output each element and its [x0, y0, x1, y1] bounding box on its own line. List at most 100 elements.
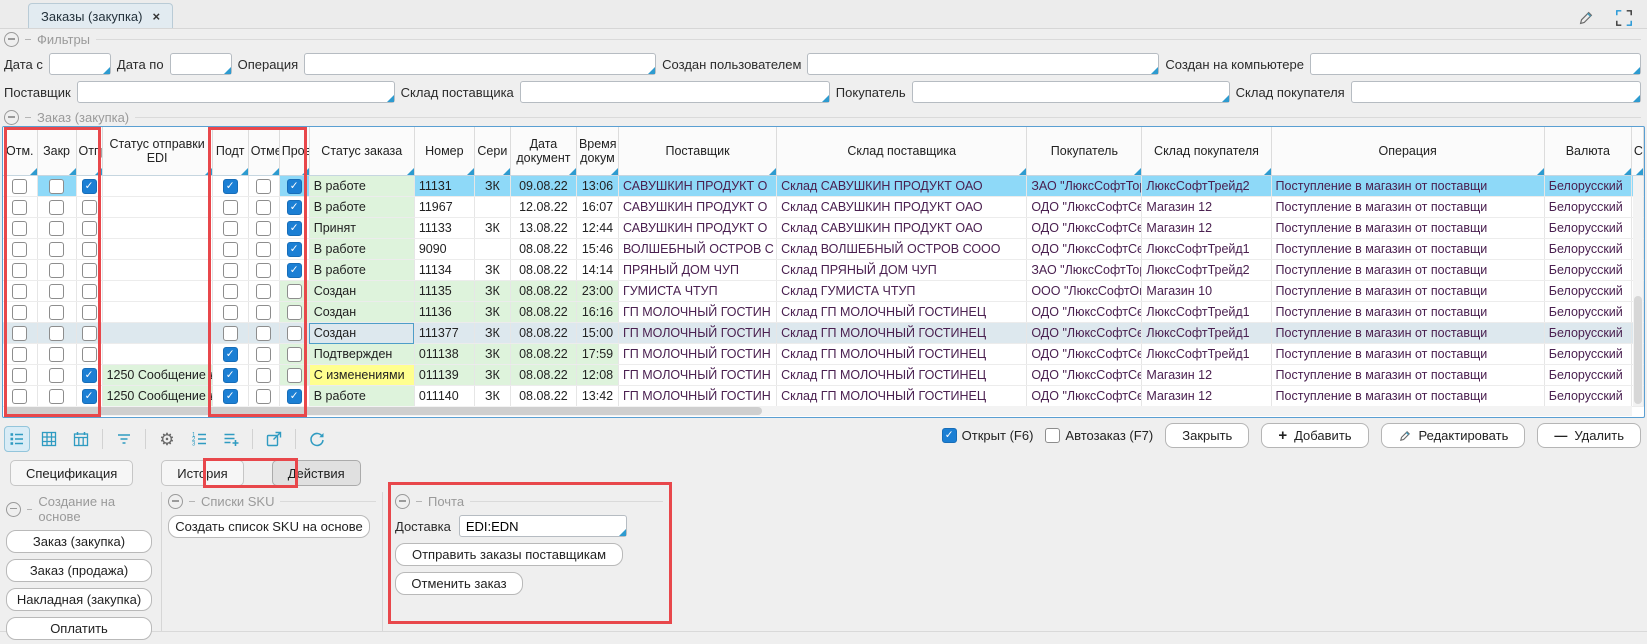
cell-supplier[interactable]: САВУШКИН ПРОДУКТ О [618, 218, 776, 239]
checkbox-zakr[interactable] [49, 263, 64, 278]
cell-otme[interactable] [248, 302, 279, 323]
column-header-num[interactable]: Номер [414, 127, 474, 176]
cell-time[interactable]: 15:00 [576, 323, 618, 344]
cell-oper[interactable]: Поступление в магазин от поставщи [1271, 386, 1544, 407]
column-header-edi[interactable]: Статус отправки EDI [102, 127, 212, 176]
cell-podt[interactable] [212, 281, 248, 302]
table-row[interactable]: В работе1196712.08.2216:07САВУШКИН ПРОДУ… [3, 197, 1644, 218]
cell-buyer[interactable]: ЗАО "ЛюксСофтТорг" [1027, 176, 1142, 197]
checkbox-podt[interactable] [223, 326, 238, 341]
cell-status[interactable]: В работе [309, 197, 414, 218]
cell-ser[interactable]: ЗК [474, 302, 510, 323]
cell-supplier[interactable]: ГУМИСТА ЧТУП [618, 281, 776, 302]
cell-date[interactable]: 08.08.22 [510, 365, 576, 386]
checkbox-otme[interactable] [256, 347, 271, 362]
cell-supwh[interactable]: Склад ГП МОЛОЧНЫЙ ГОСТИНЕЦ [777, 323, 1027, 344]
cell-otme[interactable] [248, 386, 279, 407]
cell-otpr[interactable] [76, 365, 102, 386]
cell-prov[interactable] [279, 176, 309, 197]
cell-podt[interactable] [212, 197, 248, 218]
filter-field-buyer-warehouse[interactable] [1351, 81, 1641, 103]
cell-ser[interactable]: ЗК [474, 323, 510, 344]
list-view-icon[interactable] [4, 426, 30, 452]
cell-otpr[interactable] [76, 281, 102, 302]
tab-orders-purchase[interactable]: Заказы (закупка) × [28, 3, 173, 28]
cell-otm[interactable] [3, 239, 37, 260]
checkbox-otme[interactable] [256, 368, 271, 383]
cell-oper[interactable]: Поступление в магазин от поставщи [1271, 218, 1544, 239]
created-on-computer-input[interactable] [1311, 54, 1640, 74]
cell-supwh[interactable]: Склад ВОЛШЕБНЫЙ ОСТРОВ СООО [777, 239, 1027, 260]
cell-podt[interactable] [212, 239, 248, 260]
date-to-input[interactable] [171, 54, 231, 74]
checkbox-otpr[interactable] [82, 389, 97, 404]
cell-zakr[interactable] [37, 239, 76, 260]
operation-input[interactable] [305, 54, 655, 74]
cell-status[interactable]: Создан [309, 281, 414, 302]
cell-supplier[interactable]: САВУШКИН ПРОДУКТ О [618, 197, 776, 218]
cell-oper[interactable]: Поступление в магазин от поставщи [1271, 239, 1544, 260]
cell-buywh[interactable]: ЛюксСофтТрейд1 [1142, 302, 1271, 323]
cell-time[interactable]: 16:07 [576, 197, 618, 218]
cell-buyer[interactable]: ЗАО "ЛюксСофтТорг" [1027, 260, 1142, 281]
column-header-ser[interactable]: Сери [474, 127, 510, 176]
checkbox-otm[interactable] [12, 368, 27, 383]
cell-oper[interactable]: Поступление в магазин от поставщи [1271, 365, 1544, 386]
checkbox-prov[interactable] [287, 242, 302, 257]
cell-date[interactable]: 08.08.22 [510, 344, 576, 365]
cell-supplier[interactable]: ПРЯНЫЙ ДОМ ЧУП [618, 260, 776, 281]
cell-zakr[interactable] [37, 176, 76, 197]
cell-time[interactable]: 14:14 [576, 260, 618, 281]
cell-time[interactable]: 12:44 [576, 218, 618, 239]
cell-status[interactable]: В работе [309, 260, 414, 281]
cell-otpr[interactable] [76, 302, 102, 323]
cell-ser[interactable]: ЗК [474, 365, 510, 386]
cell-zakr[interactable] [37, 365, 76, 386]
cell-date[interactable]: 08.08.22 [510, 386, 576, 407]
cell-otme[interactable] [248, 323, 279, 344]
cell-otpr[interactable] [76, 344, 102, 365]
cell-status[interactable]: Создан [309, 302, 414, 323]
cell-buywh[interactable]: Магазин 12 [1142, 197, 1271, 218]
cell-buyer[interactable]: ОДО "ЛюксСофтСервис" [1027, 344, 1142, 365]
cell-otm[interactable] [3, 386, 37, 407]
cell-supplier[interactable]: ГП МОЛОЧНЫЙ ГОСТИН [618, 323, 776, 344]
cell-cur[interactable]: Белорусский [1544, 323, 1631, 344]
cell-oper[interactable]: Поступление в магазин от поставщи [1271, 323, 1544, 344]
cell-cur[interactable]: Белорусский [1544, 197, 1631, 218]
cell-date[interactable]: 09.08.22 [510, 176, 576, 197]
collapse-filters-icon[interactable] [4, 32, 19, 47]
cell-num[interactable]: 11135 [414, 281, 474, 302]
column-header-oper[interactable]: Операция [1271, 127, 1544, 176]
cell-num[interactable]: 011139 [414, 365, 474, 386]
cell-supwh[interactable]: Склад ГП МОЛОЧНЫЙ ГОСТИНЕЦ [777, 302, 1027, 323]
cell-otpr[interactable] [76, 197, 102, 218]
send-orders-button[interactable]: Отправить заказы поставщикам [395, 543, 623, 566]
cell-status[interactable]: В работе [309, 176, 414, 197]
cell-buyer[interactable]: ОДО "ЛюксСофтСервис" [1027, 386, 1142, 407]
cell-date[interactable]: 08.08.22 [510, 260, 576, 281]
cell-zakr[interactable] [37, 323, 76, 344]
checkbox-zakr[interactable] [49, 305, 64, 320]
checkbox-otm[interactable] [12, 179, 27, 194]
cell-buyer[interactable]: ООО "ЛюксСофтОпт" [1027, 281, 1142, 302]
checkbox-podt[interactable] [223, 389, 238, 404]
checkbox-otm[interactable] [12, 326, 27, 341]
cell-num[interactable]: 111377 [414, 323, 474, 344]
cell-podt[interactable] [212, 344, 248, 365]
checkbox-zakr[interactable] [49, 200, 64, 215]
cell-supplier[interactable]: ГП МОЛОЧНЫЙ ГОСТИН [618, 302, 776, 323]
cell-podt[interactable] [212, 260, 248, 281]
checkbox-prov[interactable] [287, 263, 302, 278]
cell-oper[interactable]: Поступление в магазин от поставщи [1271, 344, 1544, 365]
cell-zakr[interactable] [37, 344, 76, 365]
cancel-order-button[interactable]: Отменить заказ [395, 572, 523, 595]
cell-cur[interactable]: Белорусский [1544, 218, 1631, 239]
checkbox-prov[interactable] [287, 284, 302, 299]
checkbox-otpr[interactable] [82, 242, 97, 257]
filter-field-created-by-user[interactable] [807, 53, 1159, 75]
cell-date[interactable]: 08.08.22 [510, 281, 576, 302]
autoorder-f7-checkbox[interactable] [1045, 428, 1060, 443]
cell-podt[interactable] [212, 176, 248, 197]
cell-prov[interactable] [279, 281, 309, 302]
